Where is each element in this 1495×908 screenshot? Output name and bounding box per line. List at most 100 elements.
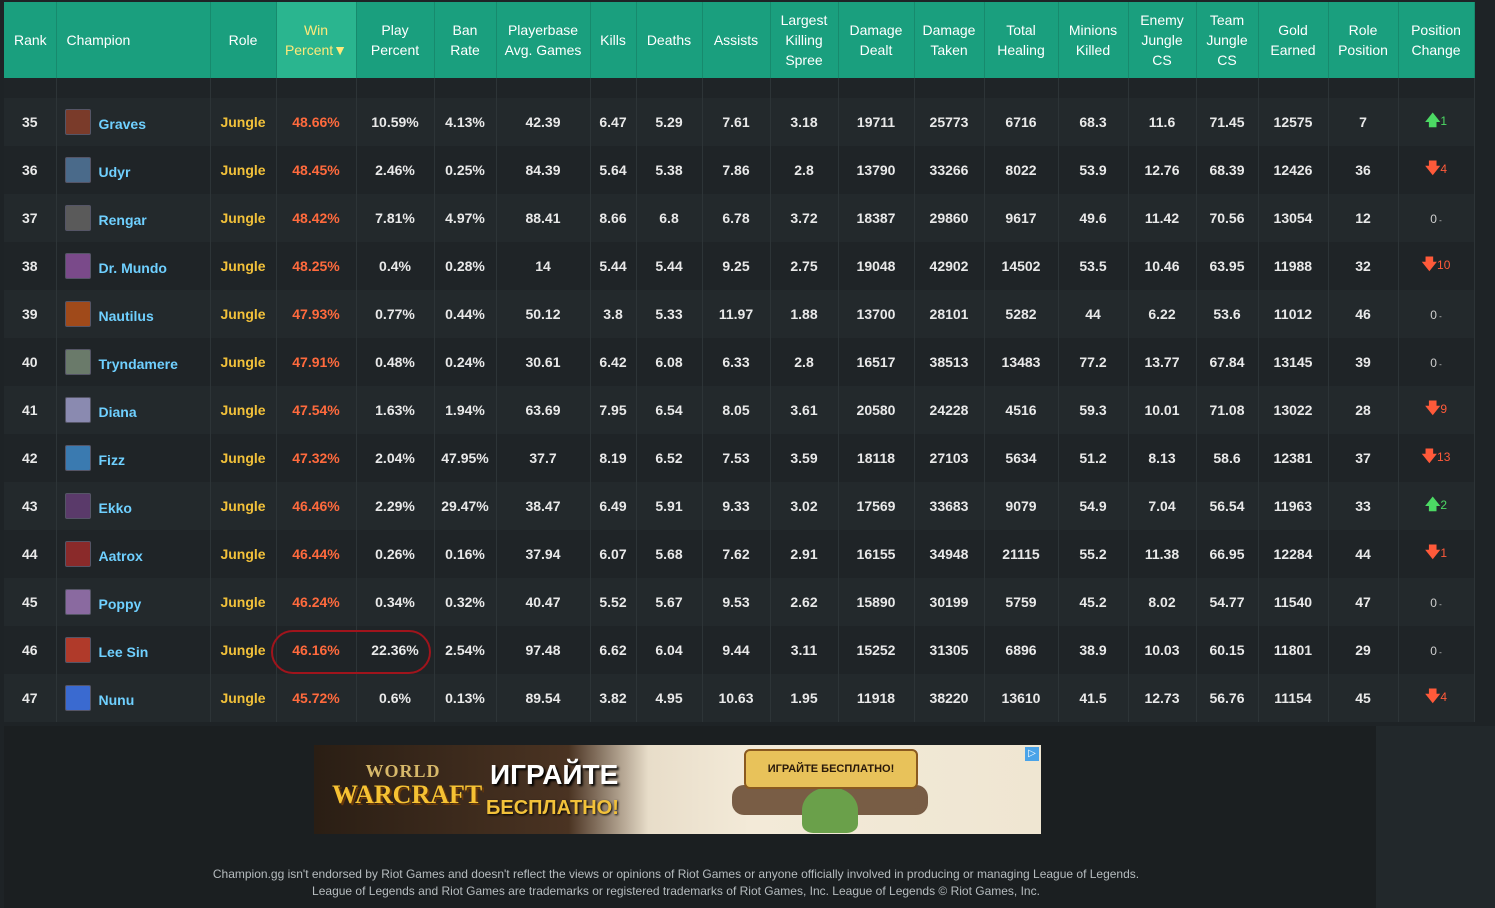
table-row[interactable]: 43 Ekko Jungle 46.46% 2.29% 29.47% 38.47 6.49 5.… — [4, 482, 1475, 530]
champion-cell[interactable]: Udyr — [56, 146, 211, 194]
healing-cell: 13483 — [984, 338, 1059, 386]
adchoices-icon[interactable]: ▷ — [1025, 747, 1039, 761]
role-cell[interactable]: Jungle — [210, 386, 277, 434]
champion-cell[interactable]: Ekko — [56, 482, 211, 530]
champion-cell[interactable]: Lee Sin — [56, 626, 211, 674]
arrow-down-icon: 🡇 — [1421, 255, 1438, 273]
role-cell[interactable]: Jungle — [210, 146, 277, 194]
column-header-4[interactable]: Play Percent — [356, 2, 435, 78]
role-cell[interactable]: Jungle — [210, 242, 277, 290]
column-header-7[interactable]: Kills — [590, 2, 637, 78]
champion-portrait-icon[interactable] — [64, 205, 91, 231]
champion-portrait-icon[interactable] — [64, 637, 91, 663]
role-cell[interactable]: Jungle — [210, 482, 277, 530]
champion-name-link[interactable]: Graves — [99, 116, 146, 132]
column-header-13[interactable]: Total Healing — [984, 2, 1059, 78]
table-row[interactable]: 36 Udyr Jungle 48.45% 2.46% 0.25% 84.39 5.64 5.3… — [4, 146, 1475, 194]
table-row[interactable]: 42 Fizz Jungle 47.32% 2.04% 47.95% 37.7 8.19 6.5… — [4, 434, 1475, 482]
column-header-6[interactable]: Playerbase Avg. Games — [496, 2, 591, 78]
position-change-cell: 🡅2 — [1398, 482, 1475, 530]
advertisement-banner[interactable]: WORLD WARCRAFT ИГРАЙТЕ БЕСПЛАТНО! ИГРАЙТ… — [314, 745, 1041, 834]
table-row[interactable]: 37 Rengar Jungle 48.42% 7.81% 4.97% 88.41 8.66 6… — [4, 194, 1475, 242]
champion-name-link[interactable]: Poppy — [99, 596, 142, 612]
champion-name-link[interactable]: Ekko — [99, 500, 132, 516]
champion-name-link[interactable]: Nunu — [99, 692, 135, 708]
healing-cell: 9617 — [984, 194, 1059, 242]
champion-portrait-icon[interactable] — [64, 589, 91, 615]
play-cell: 0.48% — [356, 338, 435, 386]
column-header-19[interactable]: Position Change — [1398, 2, 1475, 78]
column-header-8[interactable]: Deaths — [636, 2, 703, 78]
champion-cell[interactable]: Nautilus — [56, 290, 211, 338]
column-header-15[interactable]: Enemy Jungle CS — [1128, 2, 1197, 78]
role-cell[interactable]: Jungle — [210, 290, 277, 338]
column-header-0[interactable]: Rank — [4, 2, 57, 78]
champion-name-link[interactable]: Tryndamere — [99, 356, 178, 372]
champion-name-link[interactable]: Udyr — [99, 164, 131, 180]
column-header-17[interactable]: Gold Earned — [1258, 2, 1329, 78]
role-cell[interactable]: Jungle — [210, 674, 277, 722]
column-header-2[interactable]: Role — [210, 2, 277, 78]
column-header-11[interactable]: Damage Dealt — [838, 2, 915, 78]
column-header-9[interactable]: Assists — [702, 2, 771, 78]
column-header-16[interactable]: Team Jungle CS — [1196, 2, 1259, 78]
table-row[interactable]: 46 Lee Sin Jungle 46.16% 22.36% 2.54% 97.48 6.6… — [4, 626, 1475, 674]
champion-name-link[interactable]: Dr. Mundo — [99, 260, 167, 276]
champion-name-link[interactable]: Fizz — [99, 452, 125, 468]
champion-portrait-icon[interactable] — [64, 493, 91, 519]
rank-cell: 39 — [4, 290, 57, 338]
play-cell: 2.29% — [356, 482, 435, 530]
champion-portrait-icon[interactable] — [64, 301, 91, 327]
champion-name-link[interactable]: Lee Sin — [99, 644, 149, 660]
champion-cell[interactable]: Tryndamere — [56, 338, 211, 386]
role-cell[interactable]: Jungle — [210, 434, 277, 482]
champion-name-link[interactable]: Nautilus — [99, 308, 154, 324]
champion-portrait-icon[interactable] — [64, 397, 91, 423]
champion-portrait-icon[interactable] — [64, 349, 91, 375]
champion-portrait-icon[interactable] — [64, 253, 91, 279]
table-row[interactable]: 39 Nautilus Jungle 47.93% 0.77% 0.44% 50.12 3.8… — [4, 290, 1475, 338]
table-row[interactable]: 40 Tryndamere Jungle 47.91% 0.48% 0.24% 30.61 6… — [4, 338, 1475, 386]
role-cell[interactable]: Jungle — [210, 194, 277, 242]
win-cell: 47.32% — [276, 434, 357, 482]
role-cell[interactable]: Jungle — [210, 98, 277, 146]
champion-name-link[interactable]: Rengar — [99, 212, 147, 228]
role-cell[interactable]: Jungle — [210, 530, 277, 578]
column-header-3[interactable]: Win Percent▼ — [276, 2, 357, 78]
role-cell[interactable]: Jungle — [210, 626, 277, 674]
column-header-5[interactable]: Ban Rate — [434, 2, 497, 78]
table-row[interactable]: 38 Dr. Mundo Jungle 48.25% 0.4% 0.28% 14 5.44 5.… — [4, 242, 1475, 290]
table-row[interactable]: 35 Graves Jungle 48.66% 10.59% 4.13% 42.39 6.47… — [4, 98, 1475, 146]
champion-portrait-icon[interactable] — [64, 157, 91, 183]
table-row[interactable]: 47 Nunu Jungle 45.72% 0.6% 0.13% 89.54 3.82 4.95… — [4, 674, 1475, 722]
champion-portrait-icon[interactable] — [64, 685, 91, 711]
champion-name-link[interactable]: Aatrox — [99, 548, 143, 564]
gold-cell: 12381 — [1258, 434, 1329, 482]
table-row[interactable]: 41 Diana Jungle 47.54% 1.63% 1.94% 63.69 7.95 6.… — [4, 386, 1475, 434]
column-header-14[interactable]: Minions Killed — [1058, 2, 1129, 78]
minions-cell: 44 — [1058, 290, 1129, 338]
champion-cell[interactable]: Rengar — [56, 194, 211, 242]
column-header-12[interactable]: Damage Taken — [914, 2, 985, 78]
champion-portrait-icon[interactable] — [64, 109, 91, 135]
champion-cell[interactable]: Dr. Mundo — [56, 242, 211, 290]
table-row[interactable]: 44 Aatrox Jungle 46.44% 0.26% 0.16% 37.94 6.07 5… — [4, 530, 1475, 578]
champion-cell[interactable]: Fizz — [56, 434, 211, 482]
champion-cell[interactable]: Nunu — [56, 674, 211, 722]
taken-cell: 25773 — [914, 98, 985, 146]
position-change-value: 9 — [1440, 401, 1448, 416]
column-header-10[interactable]: Largest Killing Spree — [770, 2, 839, 78]
table-row[interactable]: 45 Poppy Jungle 46.24% 0.34% 0.32% 40.47 5.52 5.… — [4, 578, 1475, 626]
role-cell[interactable]: Jungle — [210, 578, 277, 626]
champion-cell[interactable]: Graves — [56, 98, 211, 146]
champion-name-link[interactable]: Diana — [99, 404, 137, 420]
column-header-1[interactable]: Champion — [56, 2, 211, 78]
role-cell[interactable]: Jungle — [210, 338, 277, 386]
champion-portrait-icon[interactable] — [64, 445, 91, 471]
champion-cell[interactable]: Diana — [56, 386, 211, 434]
champion-cell[interactable]: Aatrox — [56, 530, 211, 578]
team_cs-cell: 56.76 — [1196, 674, 1259, 722]
champion-portrait-icon[interactable] — [64, 541, 91, 567]
column-header-18[interactable]: Role Position — [1328, 2, 1399, 78]
champion-cell[interactable]: Poppy — [56, 578, 211, 626]
